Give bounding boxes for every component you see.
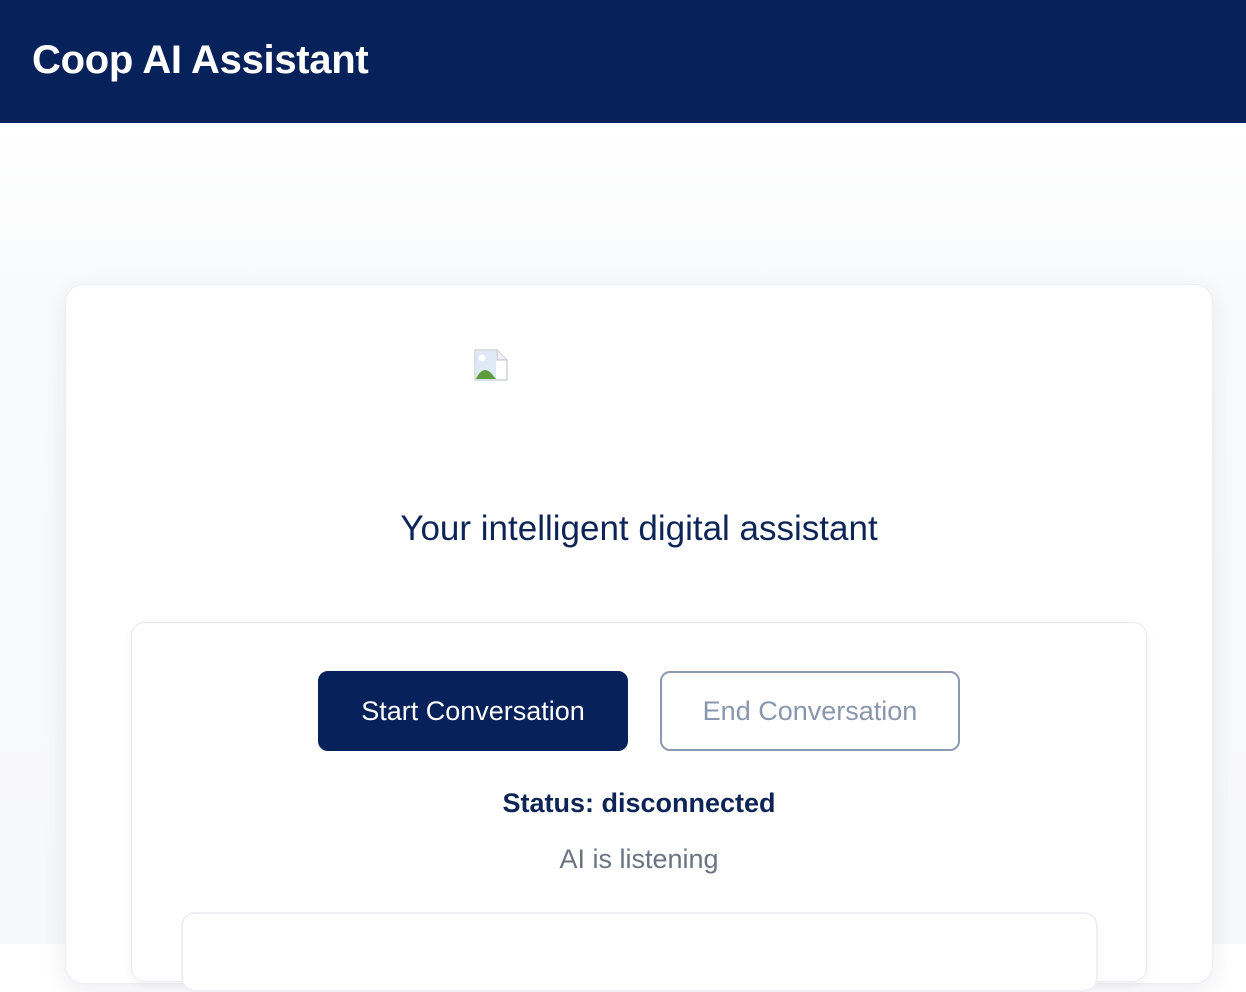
end-conversation-button[interactable]: End Conversation <box>660 671 960 751</box>
app-title: Coop AI Assistant <box>32 38 369 82</box>
app-header: Coop AI Assistant <box>0 0 1246 123</box>
broken-image-icon <box>474 349 508 381</box>
listening-indicator: AI is listening <box>559 844 719 874</box>
start-conversation-button[interactable]: Start Conversation <box>318 671 628 751</box>
transcript-panel <box>181 912 1098 992</box>
connection-status: Status: disconnected <box>502 788 776 818</box>
tagline: Your intelligent digital assistant <box>400 509 878 548</box>
